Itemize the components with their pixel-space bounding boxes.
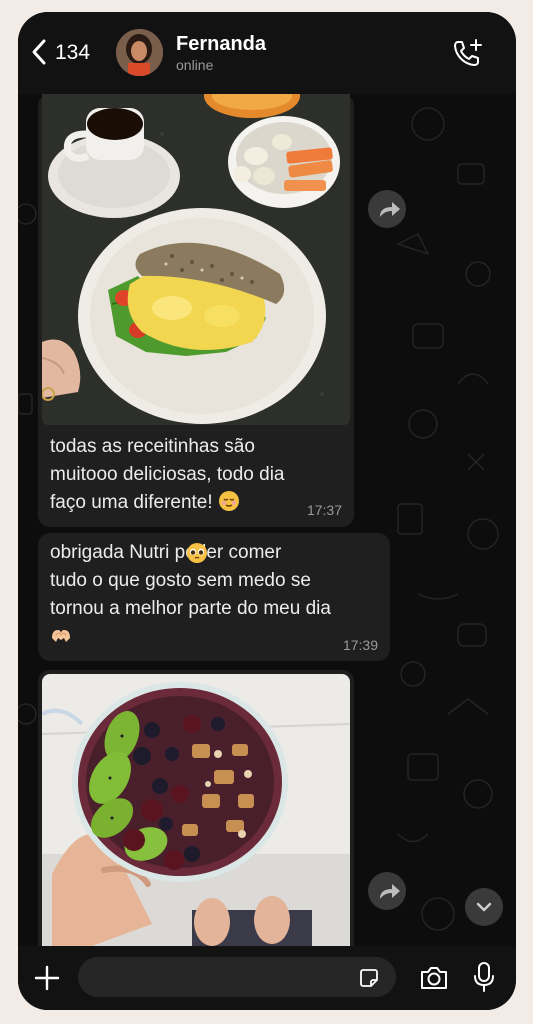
plus-icon[interactable]: [32, 963, 62, 993]
forward-button[interactable]: [368, 190, 406, 228]
mic-icon[interactable]: [472, 960, 496, 994]
relieved-face-emoji: [218, 491, 239, 511]
sticker-icon[interactable]: [357, 966, 381, 990]
message-input[interactable]: [78, 957, 396, 997]
forward-button[interactable]: [368, 872, 406, 910]
message-bubble-incoming[interactable]: obrigada Nutri poder comer tudo o que go…: [38, 533, 390, 661]
phone-frame: 134 Fernanda online todas as receitinhas…: [18, 12, 516, 1010]
camera-icon[interactable]: [418, 964, 450, 992]
chevron-down-icon: [476, 902, 492, 912]
message-text: obrigada Nutri poder comer tudo o que go…: [50, 539, 380, 651]
composer-bar: [18, 946, 516, 1010]
unread-count[interactable]: 134: [55, 41, 90, 65]
heart-hands-emoji: [52, 630, 70, 642]
message-time: 17:37: [306, 502, 342, 518]
acai-bowl-photo[interactable]: [42, 674, 350, 946]
message-text: todas as receitinhas são muitooo delicio…: [50, 436, 285, 513]
message-time: 17:39: [342, 637, 378, 653]
phone-plus-icon[interactable]: [452, 38, 484, 68]
chat-area[interactable]: todas as receitinhas são muitooo delicio…: [18, 94, 516, 946]
pleading-face-emoji: [187, 543, 207, 563]
message-bubble-incoming[interactable]: todas as receitinhas são muitooo delicio…: [38, 94, 354, 527]
forward-icon: [380, 202, 400, 217]
chat-header: 134 Fernanda online: [18, 12, 516, 94]
message-bubble-incoming[interactable]: [38, 670, 354, 946]
breakfast-photo[interactable]: [42, 94, 350, 425]
chevron-left-icon[interactable]: [26, 36, 52, 68]
scroll-down-button[interactable]: [465, 888, 503, 926]
contact-status: online: [176, 57, 214, 73]
contact-name[interactable]: Fernanda: [176, 33, 266, 56]
avatar[interactable]: [116, 29, 163, 76]
forward-icon: [380, 884, 400, 899]
